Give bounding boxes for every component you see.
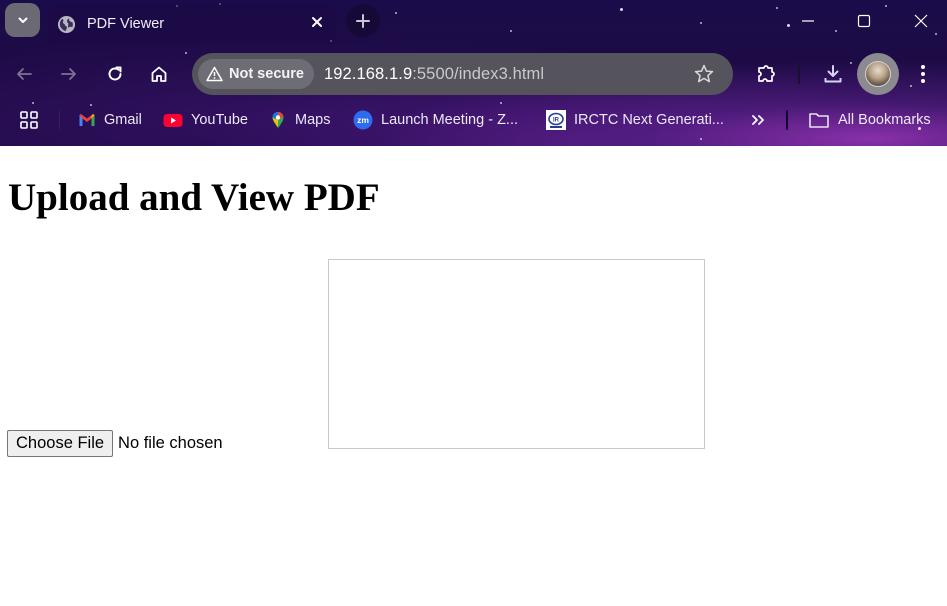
youtube-icon xyxy=(163,114,183,127)
bookmark-gmail[interactable]: Gmail xyxy=(78,108,142,132)
maps-icon xyxy=(272,112,284,128)
close-icon xyxy=(914,14,928,28)
profile-avatar-button[interactable] xyxy=(857,53,899,95)
close-tab-button[interactable] xyxy=(308,13,326,31)
new-tab-button[interactable] xyxy=(346,4,380,37)
bookmark-label: Maps xyxy=(295,112,331,128)
warning-icon xyxy=(206,66,223,82)
more-bookmarks-button[interactable] xyxy=(748,110,768,130)
background-star xyxy=(776,7,778,9)
background-star xyxy=(787,24,790,27)
bookmark-label: Gmail xyxy=(104,112,142,128)
downloads-button[interactable] xyxy=(821,62,845,86)
background-star xyxy=(510,30,512,32)
pdf-viewer-frame[interactable] xyxy=(328,259,705,449)
security-label: Not secure xyxy=(229,66,304,82)
svg-text:IR: IR xyxy=(553,118,560,124)
back-button[interactable] xyxy=(12,62,36,86)
page-title: Upload and View PDF xyxy=(8,176,380,219)
globe-icon xyxy=(57,15,76,33)
reload-icon xyxy=(108,66,122,81)
svg-text:zm: zm xyxy=(357,115,369,125)
tab-pdf-viewer[interactable]: PDF Viewer xyxy=(48,3,336,45)
background-star xyxy=(32,102,34,104)
background-star xyxy=(500,102,502,104)
avatar xyxy=(865,61,891,87)
background-star xyxy=(185,52,187,54)
all-bookmarks-label: All Bookmarks xyxy=(838,112,931,128)
bookmark-label: IRCTC Next Generati... xyxy=(574,112,724,128)
reload-button[interactable] xyxy=(103,62,127,86)
tab-title: PDF Viewer xyxy=(87,16,165,32)
close-window-button[interactable] xyxy=(910,10,932,32)
gmail-icon xyxy=(79,114,95,126)
all-bookmarks-button[interactable]: All Bookmarks xyxy=(808,108,931,132)
menu-button[interactable] xyxy=(911,62,935,86)
download-icon xyxy=(824,65,842,83)
security-indicator[interactable]: Not secure xyxy=(198,59,314,89)
background-star xyxy=(935,33,937,35)
page-content: Upload and View PDF Choose File No file … xyxy=(0,146,947,606)
background-star xyxy=(700,138,702,140)
close-icon xyxy=(312,17,322,27)
minimize-button[interactable] xyxy=(797,10,819,32)
choose-file-button[interactable]: Choose File xyxy=(7,430,114,457)
apps-grid-icon[interactable] xyxy=(19,110,39,130)
bookmark-label: YouTube xyxy=(191,112,248,128)
minimize-icon xyxy=(802,20,814,22)
back-arrow-icon xyxy=(17,68,32,80)
irctc-icon: IR xyxy=(546,110,566,130)
chevron-down-icon xyxy=(18,17,27,23)
background-star xyxy=(620,8,623,11)
bookmarks-divider xyxy=(786,110,788,130)
url-host: 192.168.1.9 xyxy=(323,64,413,83)
background-star xyxy=(850,62,852,64)
background-star xyxy=(90,104,92,106)
background-star xyxy=(835,30,837,32)
plus-icon xyxy=(356,13,370,28)
forward-button[interactable] xyxy=(57,62,81,86)
background-star xyxy=(700,22,702,24)
url-text[interactable]: 192.168.1.9:5500/index3.html xyxy=(324,65,544,84)
forward-arrow-icon xyxy=(61,68,76,80)
double-chevron-right-icon xyxy=(752,115,764,125)
tab-search-button[interactable] xyxy=(5,3,40,37)
background-star xyxy=(395,12,397,14)
folder-icon xyxy=(809,113,829,128)
kebab-menu-icon xyxy=(921,65,925,83)
star-icon[interactable] xyxy=(693,63,715,85)
file-status-text: No file chosen xyxy=(118,434,223,452)
home-icon xyxy=(151,66,167,82)
extensions-button[interactable] xyxy=(755,62,779,86)
home-button[interactable] xyxy=(147,62,171,86)
address-bar[interactable]: Not secure 192.168.1.9:5500/index3.html xyxy=(192,53,733,95)
bookmark-launch-meeting[interactable]: zm Launch Meeting - Z... xyxy=(353,108,518,132)
bookmark-youtube[interactable]: YouTube xyxy=(163,108,248,132)
url-path: :5500/index3.html xyxy=(412,64,545,83)
extensions-icon xyxy=(758,65,775,82)
toolbar-divider xyxy=(798,64,800,84)
background-star xyxy=(885,5,887,7)
bookmarks-divider xyxy=(59,111,60,129)
file-input[interactable]: Choose File No file chosen xyxy=(7,430,223,457)
bookmark-irctc[interactable]: IR IRCTC Next Generati... xyxy=(546,108,724,132)
maximize-icon xyxy=(857,14,871,28)
zoom-icon: zm xyxy=(353,110,373,130)
maximize-button[interactable] xyxy=(853,10,875,32)
bookmark-maps[interactable]: Maps xyxy=(269,108,330,132)
browser-chrome: PDF Viewer Not secure 192.168.1.9:5500/i… xyxy=(0,0,947,146)
bookmark-label: Launch Meeting - Z... xyxy=(381,112,519,128)
